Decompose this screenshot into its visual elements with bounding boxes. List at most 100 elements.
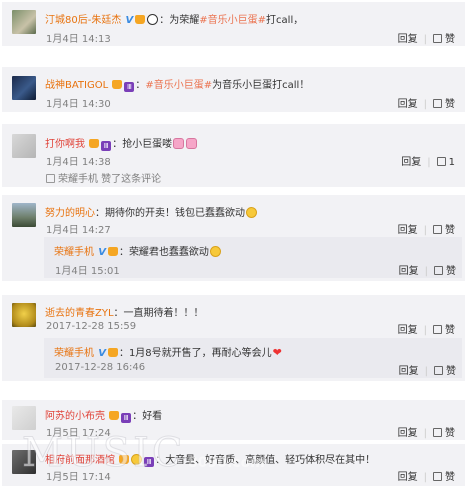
pig-emoji-icon <box>186 138 198 149</box>
comment-text-after: 打call， <box>266 15 304 26</box>
comment-card: 逝去的青春ZYL：一直期待着！！！ 2017-12-28 15:59 回复 | 赞 … <box>2 295 465 381</box>
reply-button[interactable]: 回复 <box>399 366 419 377</box>
like-icon[interactable] <box>433 325 442 334</box>
like-button[interactable]: 赞 <box>445 225 455 236</box>
reply-line: 荣耀手机 V ：1月8号就开售了，再耐心等会儿❤ <box>54 346 282 359</box>
liked-by-text: 荣耀手机 赞了这条评论 <box>58 174 162 185</box>
username-link[interactable]: 努力的明心 <box>45 208 95 219</box>
level-icon: Ⅲ <box>124 82 135 92</box>
liked-icon <box>46 174 55 183</box>
reply-time: 1月4日 15:01 <box>55 266 120 277</box>
heart-emoji-icon: ❤ <box>272 346 282 359</box>
verified-icon: V <box>98 247 106 258</box>
like-icon[interactable] <box>436 157 446 166</box>
username-link[interactable]: 逝去的青春ZYL <box>45 308 114 319</box>
star-emoji-icon <box>131 454 143 465</box>
comment-actions: 回复 | 1 <box>401 157 455 168</box>
username-link[interactable]: 打你啊我 <box>45 139 85 150</box>
like-button[interactable]: 赞 <box>445 428 455 439</box>
like-button[interactable]: 赞 <box>446 366 456 377</box>
crown-icon <box>112 80 123 89</box>
reply-button[interactable]: 回复 <box>398 325 418 336</box>
comment-line: 相府前面那酒馆 Ⅲ ：大音量、好音质、高颜值、轻巧体积尽在其中！ <box>45 454 376 467</box>
comment-text: 一直期待着！！！ <box>123 308 204 319</box>
comment-time: 1月5日 17:24 <box>46 428 111 439</box>
reply-button[interactable]: 回复 <box>398 472 418 483</box>
reply-time: 2017-12-28 16:46 <box>55 362 146 373</box>
avatar[interactable] <box>12 303 36 327</box>
like-button[interactable]: 赞 <box>445 472 455 483</box>
reply-text: 1月8号就开售了，再耐心等会儿 <box>128 348 272 359</box>
comment-line: 努力的明心：期待你的开卖！钱包已蠢蠢欲动 <box>45 204 258 219</box>
liked-by-row: 荣耀手机 赞了这条评论 <box>46 170 161 185</box>
reply-box: 荣耀手机 V ：1月8号就开售了，再耐心等会儿❤ 2017-12-28 16:46… <box>44 338 462 378</box>
comment-time: 1月4日 14:27 <box>46 225 111 236</box>
comment-actions: 回复 | 赞 <box>397 428 455 439</box>
crown-icon <box>109 411 120 420</box>
topic-link[interactable]: #音乐小巨蛋# <box>145 80 212 91</box>
reply-text: 荣耀君也蠢蠢欲动 <box>128 247 209 258</box>
like-icon[interactable] <box>433 99 442 108</box>
comment-card: 阿苏的小布壳 Ⅲ ：好看 1月5日 17:24 回复 | 赞 <box>2 400 465 440</box>
comment-actions: 回复 | 赞 <box>397 225 455 236</box>
like-button[interactable]: 赞 <box>445 34 455 45</box>
avatar[interactable] <box>12 76 36 100</box>
avatar[interactable] <box>12 406 36 430</box>
avatar[interactable] <box>12 203 36 227</box>
panda-emoji-icon <box>147 14 159 25</box>
reply-username-link[interactable]: 荣耀手机 <box>54 247 94 258</box>
reply-button[interactable]: 回复 <box>398 428 418 439</box>
avatar[interactable] <box>12 450 36 474</box>
avatar[interactable] <box>12 134 36 158</box>
username-link[interactable]: 战神BATIGOL <box>45 80 108 91</box>
crown-icon <box>89 139 100 148</box>
comment-text: 为音乐小巨蛋打call！ <box>212 80 310 91</box>
comment-actions: 回复 | 赞 <box>397 472 455 483</box>
comment-text: 期待你的开卖！钱包已蠢蠢欲动 <box>105 208 245 219</box>
like-icon[interactable] <box>433 428 442 437</box>
comment-line: 战神BATIGOL Ⅲ ：#音乐小巨蛋#为音乐小巨蛋打call！ <box>45 80 310 92</box>
username-link[interactable]: 阿苏的小布壳 <box>45 411 105 422</box>
comment-card: 相府前面那酒馆 Ⅲ ：大音量、好音质、高颜值、轻巧体积尽在其中！ 1月5日 17:… <box>2 444 465 486</box>
comment-card: 战神BATIGOL Ⅲ ：#音乐小巨蛋#为音乐小巨蛋打call！ 1月4日 14:… <box>2 67 465 112</box>
crown-icon <box>107 247 118 256</box>
reply-button[interactable]: 回复 <box>398 99 418 110</box>
reply-button[interactable]: 回复 <box>398 225 418 236</box>
like-button[interactable]: 赞 <box>445 325 455 336</box>
comment-text: 大音量、好音质、高颜值、轻巧体积尽在其中！ <box>165 455 376 466</box>
like-button[interactable]: 赞 <box>445 99 455 110</box>
comment-text: 好看 <box>142 411 163 422</box>
username-link[interactable]: 汀城80后-朱廷杰 <box>45 15 121 26</box>
reply-button[interactable]: 回复 <box>401 157 421 168</box>
like-icon[interactable] <box>434 266 443 275</box>
username-link[interactable]: 相府前面那酒馆 <box>45 455 115 466</box>
smile-emoji-icon <box>209 246 221 257</box>
like-count[interactable]: 1 <box>449 157 455 168</box>
topic-link[interactable]: #音乐小巨蛋# <box>199 15 266 26</box>
reply-button[interactable]: 回复 <box>399 266 419 277</box>
like-icon[interactable] <box>434 366 443 375</box>
level-icon: Ⅲ <box>144 457 155 467</box>
pig-emoji-icon <box>173 138 185 149</box>
comment-line: 阿苏的小布壳 Ⅲ ：好看 <box>45 411 163 423</box>
level-icon: Ⅲ <box>121 413 132 423</box>
comment-time: 1月5日 17:14 <box>46 472 111 483</box>
crown-icon <box>135 15 146 24</box>
like-icon[interactable] <box>433 225 442 234</box>
reply-actions: 回复 | 赞 <box>398 366 456 377</box>
comment-time: 1月4日 14:30 <box>46 99 111 110</box>
comment-actions: 回复 | 赞 <box>397 99 455 110</box>
like-icon[interactable] <box>433 472 442 481</box>
comment-actions: 回复 | 赞 <box>397 34 455 45</box>
like-button[interactable]: 赞 <box>446 266 456 277</box>
reply-username-link[interactable]: 荣耀手机 <box>54 348 94 359</box>
reply-button[interactable]: 回复 <box>398 34 418 45</box>
comment-time: 2017-12-28 15:59 <box>46 321 137 332</box>
comment-line: 打你啊我 Ⅲ ：抢小巨蛋喽 <box>45 135 198 151</box>
reply-actions: 回复 | 赞 <box>398 266 456 277</box>
comment-text: 为荣耀 <box>169 15 200 26</box>
reply-box: 荣耀手机 V ：荣耀君也蠢蠢欲动 1月4日 15:01 回复 | 赞 <box>44 237 462 278</box>
like-icon[interactable] <box>433 34 442 43</box>
avatar[interactable] <box>12 10 36 34</box>
comment-line: 逝去的青春ZYL：一直期待着！！！ <box>45 308 204 319</box>
